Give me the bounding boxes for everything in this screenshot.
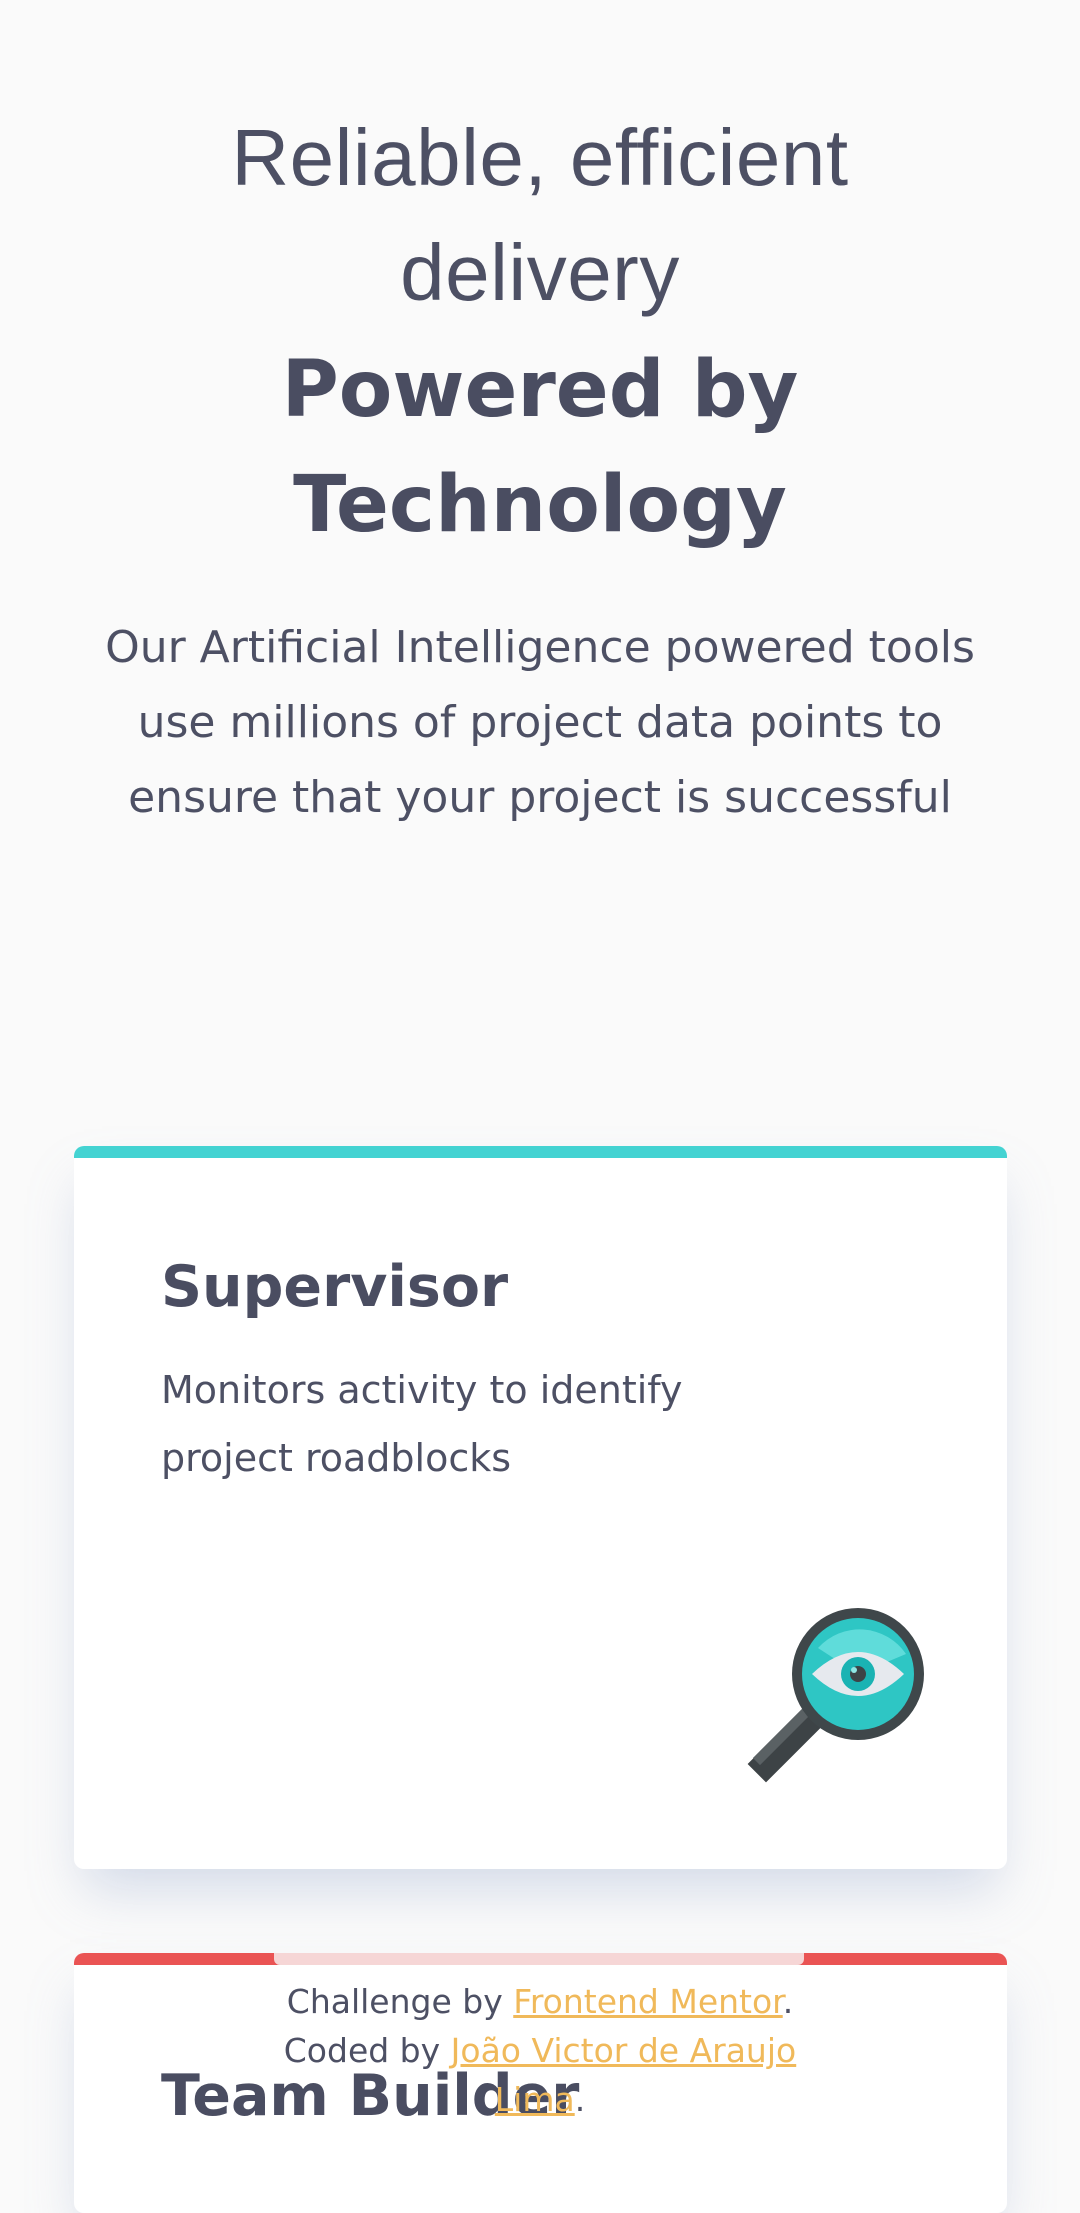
hero-description: Our Artificial Intelligence powered tool…	[105, 622, 975, 823]
card-accent-highlight	[274, 1953, 804, 1965]
attribution-suffix: .	[574, 2080, 586, 2119]
magnifier-eye-icon	[746, 1608, 926, 1788]
author-link[interactable]: João Victor de Araujo Lima	[451, 2031, 797, 2119]
hero-subtitle-line-1: Reliable, efficient	[231, 113, 849, 202]
attribution: Challenge by Frontend Mentor. Coded by J…	[260, 1977, 820, 2124]
hero-title-line-1: Powered by	[281, 345, 799, 435]
card-description: Monitors activity to identify project ro…	[161, 1368, 683, 1480]
frontend-mentor-link[interactable]: Frontend Mentor	[513, 1982, 782, 2021]
supervisor-card: Supervisor Monitors activity to identify…	[74, 1146, 1007, 1869]
hero-title-line-2: Technology	[293, 460, 787, 550]
hero-subtitle-line-2: delivery	[400, 228, 680, 317]
card-accent-bar	[74, 1146, 1007, 1158]
card-title: Supervisor	[161, 1254, 509, 1320]
attribution-prefix: Challenge by	[286, 1982, 514, 2021]
